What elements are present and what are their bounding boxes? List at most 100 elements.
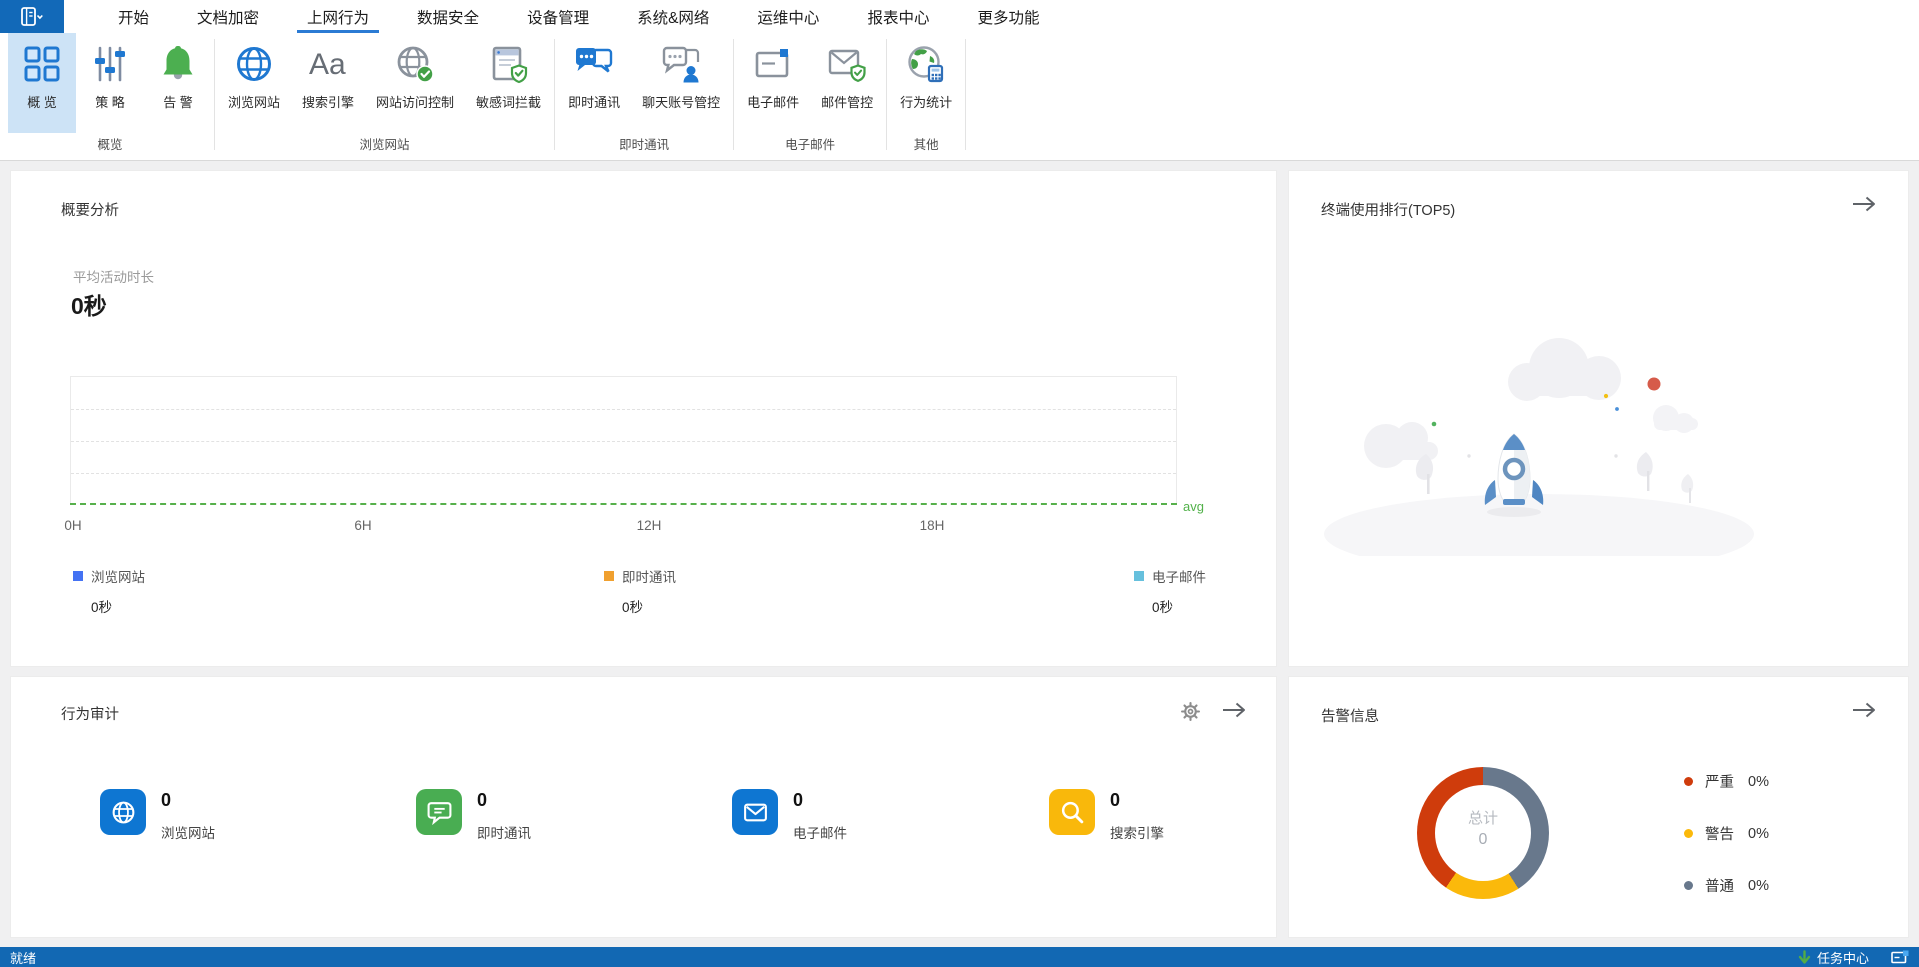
behavior-stats-globe-icon	[906, 41, 946, 87]
legend-value: 0秒	[1152, 600, 1174, 615]
stat-tile-instant-messaging[interactable]: 0 即时通讯	[416, 789, 531, 842]
gridline	[71, 441, 1176, 442]
legend-item-im[interactable]: 即时通讯 0秒	[604, 566, 676, 616]
stat-label: 浏览网站	[161, 826, 215, 841]
alert-legend-warning[interactable]: 警告 0%	[1684, 823, 1769, 844]
tab-start[interactable]: 开始	[94, 0, 173, 33]
activity-line-chart: avg	[70, 376, 1204, 514]
ribbon-item-alert[interactable]: 告 警	[144, 33, 212, 133]
legend-value: 0%	[1748, 773, 1769, 790]
tab-doc-encryption[interactable]: 文档加密	[173, 0, 283, 33]
arrow-right-icon[interactable]	[1850, 701, 1878, 719]
legend-swatch	[604, 571, 614, 581]
stat-label: 即时通讯	[477, 826, 531, 841]
ribbon-item-search-engine[interactable]: Aa 搜索引擎	[291, 33, 365, 133]
ribbon-item-instant-messaging[interactable]: 即时通讯	[557, 33, 631, 133]
legend-dot	[1684, 881, 1693, 890]
arrow-right-icon[interactable]	[1850, 195, 1878, 213]
ribbon-divider	[214, 39, 215, 150]
ribbon-group-other: 行为统计 其他	[889, 33, 963, 160]
ribbon-item-label: 电子邮件	[747, 95, 800, 110]
ribbon-group-label: 其他	[913, 138, 939, 152]
ribbon-item-mail-control[interactable]: 邮件管控	[810, 33, 884, 133]
stat-value: 0	[1110, 790, 1121, 810]
overview-grid-icon	[22, 41, 62, 87]
ribbon-item-chat-account-control[interactable]: 聊天账号管控	[631, 33, 731, 133]
panel-title: 概要分析	[61, 203, 119, 219]
x-axis-tick: 12H	[636, 518, 662, 533]
legend-swatch	[1134, 571, 1144, 581]
svg-text:Aa: Aa	[309, 48, 346, 81]
tab-data-security[interactable]: 数据安全	[393, 0, 503, 33]
legend-item-browse[interactable]: 浏览网站 0秒	[73, 566, 145, 616]
download-arrow-icon	[1798, 949, 1811, 965]
browse-globe-icon	[234, 41, 274, 87]
legend-dot	[1684, 777, 1693, 786]
app-menu-button[interactable]	[0, 0, 64, 33]
legend-value: 0秒	[91, 600, 113, 615]
site-access-globe-check-icon	[395, 41, 435, 87]
ribbon-item-sensitive-word-block[interactable]: 敏感词拦截	[465, 33, 552, 133]
avg-activity-value: 0秒	[71, 293, 107, 319]
ribbon-item-email[interactable]: 电子邮件	[736, 33, 810, 133]
top-tab-bar: 开始 文档加密 上网行为 数据安全 设备管理 系统&网络 运维中心 报表中心 更…	[0, 0, 1919, 33]
tab-internet-behavior[interactable]: 上网行为	[283, 0, 393, 33]
legend-label: 浏览网站	[91, 570, 145, 585]
ribbon-item-overview[interactable]: 概 览	[8, 33, 76, 133]
avg-activity-label: 平均活动时长	[73, 270, 154, 285]
legend-label: 严重	[1705, 775, 1734, 791]
tab-ops-center[interactable]: 运维中心	[733, 0, 843, 33]
stat-label: 电子邮件	[793, 826, 847, 841]
stat-tile-browse-website[interactable]: 0 浏览网站	[100, 789, 215, 842]
sensitive-word-page-shield-icon	[489, 41, 529, 87]
ribbon-group-overview: 概 览 策 略 告 警 概览	[8, 33, 212, 160]
task-center-button[interactable]: 任务中心	[1798, 948, 1869, 967]
stat-tile-email[interactable]: 0 电子邮件	[732, 789, 847, 842]
ribbon-item-site-access-control[interactable]: 网站访问控制	[365, 33, 465, 133]
ribbon-item-label: 即时通讯	[568, 95, 621, 110]
legend-label: 普通	[1705, 879, 1734, 895]
email-envelope-icon	[753, 41, 793, 87]
alert-legend-critical[interactable]: 严重 0%	[1684, 771, 1769, 792]
stat-tile-search-engine[interactable]: 0 搜索引擎	[1049, 789, 1164, 842]
chat-bubble-icon	[416, 789, 462, 835]
panel-behavior-audit: 行为审计 0 浏览网站 0 即时通讯 0 电子邮件 0 搜索引擎	[10, 676, 1277, 938]
tab-report-center[interactable]: 报表中心	[843, 0, 953, 33]
alerts-donut: 总计 0	[1417, 767, 1549, 899]
stat-value: 0	[477, 790, 488, 810]
ribbon-item-label: 浏览网站	[228, 95, 281, 110]
ribbon-group-label: 浏览网站	[359, 138, 410, 152]
ribbon-divider	[554, 39, 556, 150]
task-center-label: 任务中心	[1816, 950, 1869, 966]
tab-device-management[interactable]: 设备管理	[503, 0, 613, 33]
alert-bell-icon	[158, 41, 198, 87]
ribbon-group-email: 电子邮件 邮件管控 电子邮件	[736, 33, 884, 160]
ribbon-divider	[733, 39, 735, 150]
ribbon-item-label: 策 略	[95, 95, 125, 110]
ribbon-toolbar: 概 览 策 略 告 警 概览 浏览网站 Aa 搜索引擎 网站访问控制 敏感词拦截…	[0, 33, 1919, 161]
legend-value: 0秒	[622, 600, 644, 615]
gear-icon[interactable]	[1181, 702, 1200, 721]
ribbon-item-label: 邮件管控	[821, 95, 874, 110]
ribbon-group-label: 概览	[97, 138, 123, 152]
x-axis-tick: 0H	[64, 518, 82, 533]
ribbon-item-browse-website[interactable]: 浏览网站	[217, 33, 291, 133]
taskbar-message-icon[interactable]	[1891, 950, 1909, 964]
avg-line-label: avg	[1183, 499, 1204, 514]
alert-legend-normal[interactable]: 普通 0%	[1684, 875, 1769, 896]
panel-terminal-ranking: 终端使用排行(TOP5)	[1288, 170, 1909, 667]
arrow-right-icon[interactable]	[1220, 701, 1248, 719]
empty-state-rocket-illustration	[1314, 306, 1774, 556]
tab-more-features[interactable]: 更多功能	[953, 0, 1063, 33]
ribbon-item-policy[interactable]: 策 略	[76, 33, 144, 133]
ribbon-item-behavior-statistics[interactable]: 行为统计	[889, 33, 963, 133]
stat-value: 0	[161, 790, 172, 810]
donut-center-value: 0	[1478, 831, 1488, 848]
legend-label: 电子邮件	[1152, 570, 1206, 585]
panel-title: 终端使用排行(TOP5)	[1321, 203, 1456, 219]
ribbon-item-label: 行为统计	[900, 95, 953, 110]
legend-item-email[interactable]: 电子邮件 0秒	[1134, 566, 1206, 616]
legend-swatch	[73, 571, 83, 581]
tab-system-network[interactable]: 系统&网络	[613, 0, 733, 33]
donut-center-label: 总计	[1467, 810, 1498, 827]
